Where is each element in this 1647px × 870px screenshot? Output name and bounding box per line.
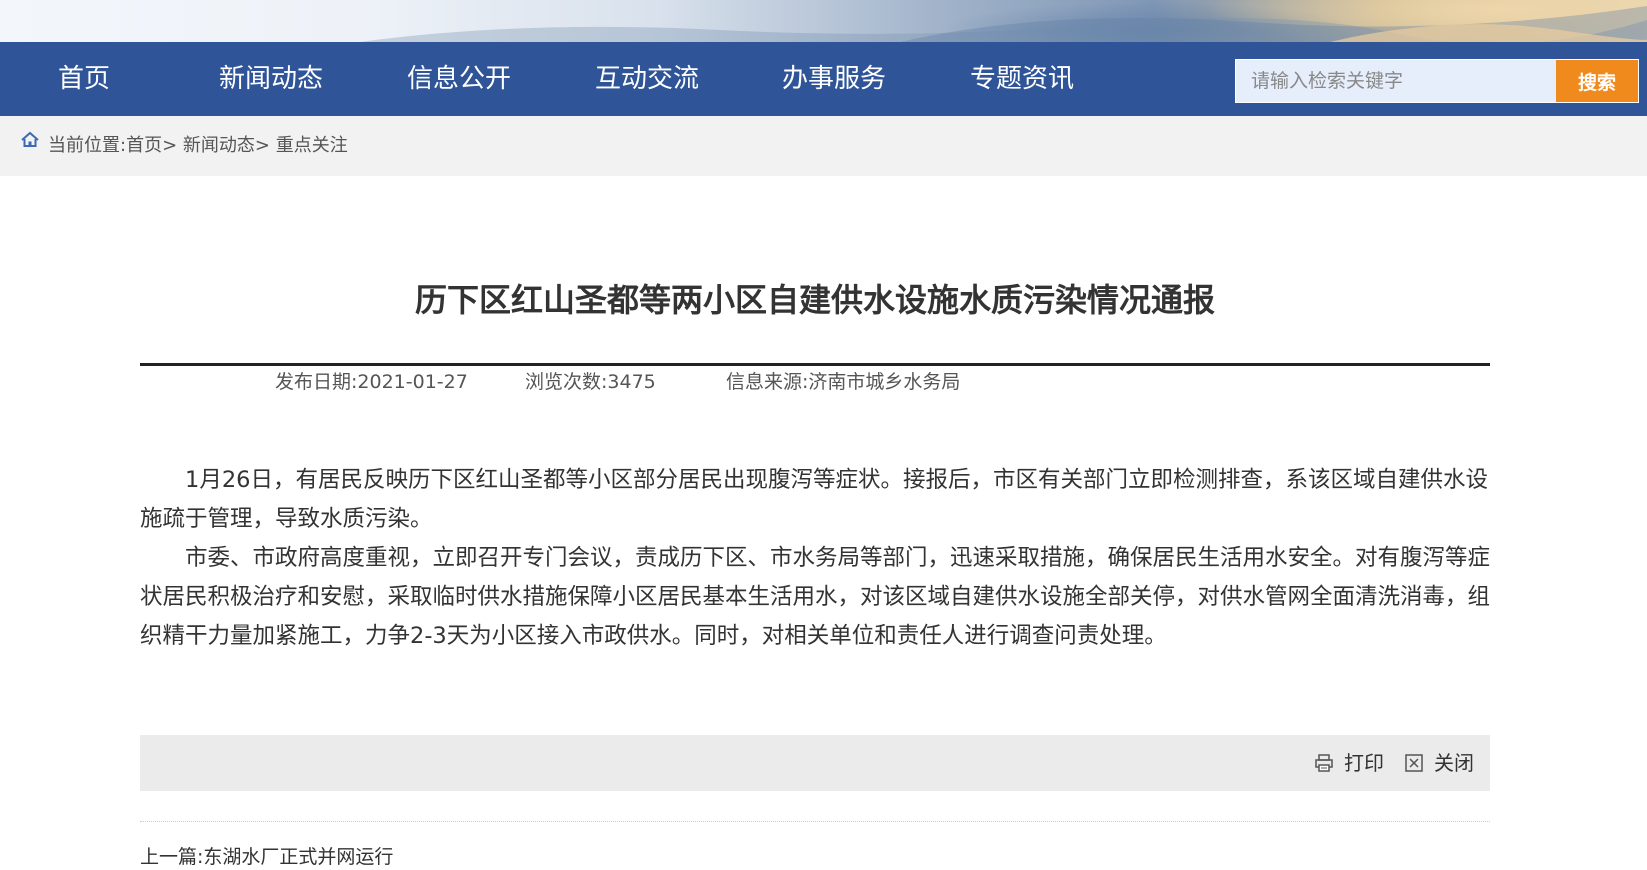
publish-date-value: 2021-01-27 <box>357 371 468 393</box>
search-button[interactable]: 搜索 <box>1556 60 1638 102</box>
print-label: 打印 <box>1344 751 1384 775</box>
search-input[interactable] <box>1236 60 1556 102</box>
previous-article-title: 东湖水厂正式并网运行 <box>203 846 394 868</box>
view-count-value: 3475 <box>607 371 656 393</box>
printer-icon <box>1315 753 1333 772</box>
article-title: 历下区红山圣都等两小区自建供水设施水质污染情况通报 <box>414 281 1215 319</box>
nav-item-home[interactable]: 首页 <box>58 42 110 116</box>
article-body: 1月26日，有居民反映历下区红山圣都等小区部分居民出现腹泻等症状。接报后，市区有… <box>140 461 1492 656</box>
dotted-divider <box>140 821 1490 822</box>
search-box: 搜索 <box>1235 59 1639 103</box>
article-paragraph: 市委、市政府高度重视，立即召开专门会议，责成历下区、市水务局等部门，迅速采取措施… <box>140 545 1491 649</box>
close-button[interactable]: 关闭 <box>1404 735 1474 791</box>
main-nav: 首页 新闻动态 信息公开 互动交流 办事服务 专题资讯 搜索 <box>0 42 1647 116</box>
article-tools-bar: 打印 关闭 <box>140 735 1490 791</box>
breadcrumb-focus[interactable]: 重点关注 <box>276 135 348 156</box>
nav-item-news[interactable]: 新闻动态 <box>219 42 323 116</box>
view-count: 浏览次数:3475 <box>525 368 656 396</box>
banner-landscape-image <box>360 6 1647 42</box>
nav-item-info-disclosure[interactable]: 信息公开 <box>407 42 511 116</box>
publish-date-label: 发布日期: <box>275 371 358 393</box>
previous-article-label: 上一篇: <box>140 846 204 868</box>
breadcrumb-prefix: 当前位置: <box>48 135 127 156</box>
print-button[interactable]: 打印 <box>1314 735 1384 791</box>
breadcrumb: 当前位置:首页> 新闻动态> 重点关注 <box>20 116 348 176</box>
breadcrumb-bar: 当前位置:首页> 新闻动态> 重点关注 <box>0 116 1647 176</box>
nav-item-topics[interactable]: 专题资讯 <box>970 42 1074 116</box>
breadcrumb-home[interactable]: 首页 <box>126 135 162 156</box>
nav-item-services[interactable]: 办事服务 <box>782 42 886 116</box>
nav-item-interaction[interactable]: 互动交流 <box>595 42 699 116</box>
header-banner <box>0 0 1647 42</box>
article-paragraph: 1月26日，有居民反映历下区红山圣都等小区部分居民出现腹泻等症状。接报后，市区有… <box>140 467 1488 532</box>
home-icon <box>20 114 40 174</box>
title-divider <box>140 363 1490 366</box>
info-source-label: 信息来源: <box>726 371 809 393</box>
info-source-value: 济南市城乡水务局 <box>808 371 961 393</box>
close-label: 关闭 <box>1434 751 1474 775</box>
breadcrumb-separator: > <box>162 135 178 156</box>
breadcrumb-separator: > <box>254 135 270 156</box>
close-box-icon <box>1405 753 1423 772</box>
view-count-label: 浏览次数: <box>525 371 608 393</box>
info-source: 信息来源:济南市城乡水务局 <box>726 368 960 396</box>
previous-article-link[interactable]: 上一篇:东湖水厂正式并网运行 <box>140 844 393 870</box>
breadcrumb-news[interactable]: 新闻动态 <box>183 135 255 156</box>
publish-date: 发布日期:2021-01-27 <box>275 368 468 396</box>
